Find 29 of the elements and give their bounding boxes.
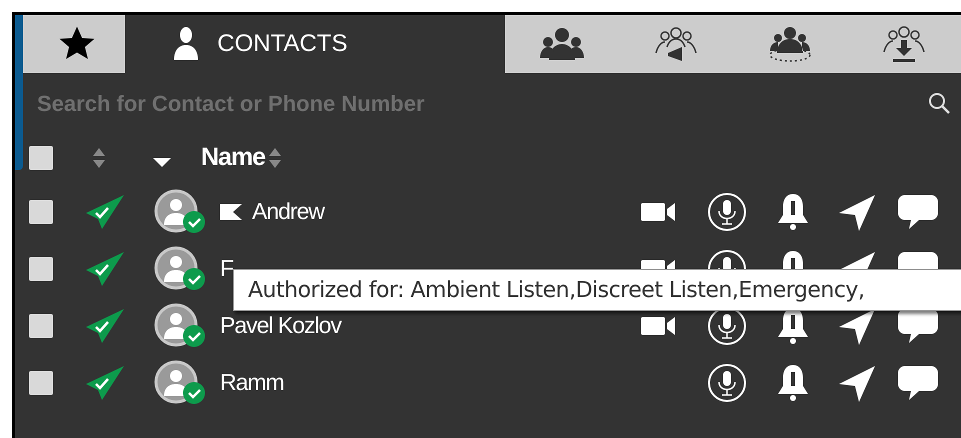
contact-avatar-icon (153, 246, 207, 292)
status-check-icon (86, 306, 126, 344)
contact-avatar-icon (153, 188, 207, 234)
contact-name[interactable]: Ramm (220, 365, 284, 400)
search-icon[interactable] (927, 91, 951, 115)
checkbox[interactable] (29, 146, 53, 170)
sort-icon[interactable] (92, 147, 106, 169)
microphone-icon[interactable] (707, 192, 747, 232)
status-check-icon (86, 364, 126, 402)
person-icon (173, 26, 200, 62)
people-group-icon (538, 26, 585, 62)
contact-name[interactable]: Andrew (252, 194, 324, 229)
column-header[interactable]: Name (201, 139, 266, 177)
contact-name[interactable]: Pavel Kozlov (220, 308, 341, 343)
checkbox[interactable] (29, 370, 53, 394)
contact-avatar-icon (153, 302, 207, 348)
checkbox[interactable] (29, 200, 53, 224)
microphone-icon[interactable] (707, 362, 747, 402)
checkbox[interactable] (29, 314, 53, 338)
checkbox[interactable] (29, 256, 53, 280)
search-field[interactable]: Search for Contact or Phone Number (37, 86, 927, 120)
tooltip-text: Authorized for: Ambient Listen,Discreet Listen,Emergency, (248, 276, 864, 304)
sort-icon[interactable] (268, 147, 282, 169)
contact-avatar-icon (153, 360, 207, 406)
status-check-icon (86, 250, 126, 288)
status-check-icon (86, 192, 126, 230)
contact-name[interactable]: F (220, 251, 234, 286)
caret-icon[interactable] (153, 158, 171, 168)
contacts-tab[interactable]: CONTACTS (125, 15, 505, 73)
